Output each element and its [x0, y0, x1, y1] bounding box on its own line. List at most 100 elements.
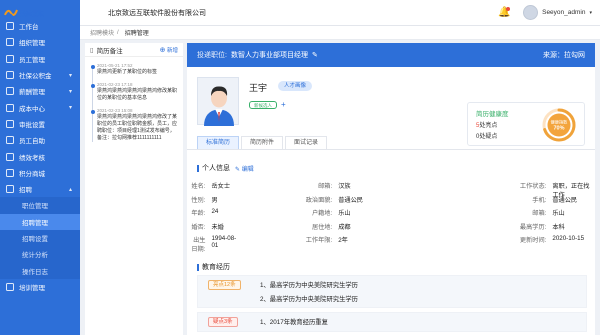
info-label: 年龄:	[191, 210, 206, 217]
breadcrumb-parent[interactable]: 招聘模块	[90, 28, 114, 37]
highlights-count: 5处亮点	[476, 120, 497, 129]
sidebar-item-label: 审批设置	[19, 121, 45, 129]
sidebar-item[interactable]: 成本中心 ▾	[0, 99, 80, 115]
info-label: 邮箱:	[318, 183, 333, 190]
staff-icon	[6, 54, 14, 63]
breadcrumb-current: 招聘管理	[124, 31, 149, 37]
note-entry: 2021-02-23 17:18 梁燕鸿梁燕鸿梁燕鸿梁燕鸿修改某职位的某职位的基本…	[90, 82, 178, 102]
sidebar-subitem[interactable]: 职位管理	[0, 197, 80, 214]
status-badge: 新候选人	[249, 101, 277, 109]
position-title: 数智人力事业部项目经理	[230, 52, 308, 59]
info-label: 居住地:	[311, 223, 333, 231]
sidebar-item[interactable]: 招聘 ▴	[0, 181, 80, 197]
edit-personal-info-button[interactable]: ✎ 编辑	[235, 164, 254, 173]
edit-position-icon[interactable]: ✎	[312, 51, 318, 59]
health-ring-label: 健康指数	[551, 119, 569, 126]
add-tag-button[interactable]: +	[281, 100, 286, 109]
candidate-name: 王宇	[249, 83, 268, 93]
note-text: 梁燕鸿更新了某职位的标签	[97, 69, 158, 75]
info-row: 性别: 男政治面貌: 普通公民 手机: 普通公民	[187, 195, 595, 209]
sidebar-item[interactable]: 组织管理	[0, 34, 80, 50]
info-label: 户籍地:	[311, 210, 333, 217]
chevron-icon: ▾	[68, 72, 72, 79]
education-title: 教育经历	[202, 264, 230, 271]
info-label: 最高学历:	[519, 223, 547, 231]
info-row: 婚否: 未婚 居住地: 成都 最高学历: 本科	[187, 222, 595, 236]
info-row: 年龄: 24 户籍地: 乐山 邮箱: 乐山	[187, 208, 595, 222]
info-value: 本科	[552, 223, 565, 231]
avatar	[523, 5, 539, 20]
sidebar-item[interactable]: 培训管理	[0, 279, 80, 295]
sidebar-item-label: 员工管理	[19, 56, 45, 64]
tab[interactable]: 面试记录	[285, 136, 328, 149]
sidebar-item[interactable]: 员工自助	[0, 132, 80, 148]
highlights-label: 处亮点	[479, 123, 498, 129]
insurance-icon	[6, 71, 14, 80]
info-value: 1994-08-01	[211, 235, 237, 249]
mall-icon	[6, 168, 14, 177]
logo-text: 致远互联	[20, 11, 45, 18]
sidebar-item[interactable]: 薪酬管理 ▾	[0, 83, 80, 99]
note-date: 2021-02-23 15:08	[97, 108, 133, 113]
info-value: 汉族	[338, 183, 351, 190]
health-title: 简历健康度	[476, 111, 509, 118]
sidebar-item[interactable]: 绩效考核	[0, 148, 80, 164]
info-row: 出生日期: 1994-08-01 工作年限: 2年 更新时间: 2020-10-15	[187, 235, 595, 253]
sidebar-item-label: 绩效考核	[19, 154, 45, 162]
sidebar-subitem[interactable]: 操作日志	[0, 262, 80, 279]
info-label: 邮箱:	[532, 210, 547, 217]
sidebar-item[interactable]: 社保公积金 ▾	[0, 67, 80, 83]
education-header: 教育经历	[197, 262, 230, 272]
candidate-photo	[197, 77, 239, 126]
tab[interactable]: 简历附件	[241, 136, 284, 149]
approval-icon	[6, 119, 14, 128]
sidebar-item[interactable]: 审批设置	[0, 116, 80, 132]
info-value: 乐山	[338, 210, 351, 217]
performance-icon	[6, 152, 14, 161]
add-note-label: 新增	[166, 47, 178, 54]
info-value: 24	[211, 208, 219, 215]
personal-info-title: 个人信息	[202, 165, 230, 172]
chevron-icon: ▾	[68, 105, 72, 112]
chevron-down-icon: ▾	[589, 9, 592, 16]
sidebar-item[interactable]: 工作台	[0, 18, 80, 34]
candidate-source: 来源：拉勾网	[543, 52, 585, 59]
info-label: 性别:	[191, 196, 206, 204]
sidebar-item[interactable]: 员工管理	[0, 51, 80, 67]
sidebar-item[interactable]: 积分商城	[0, 165, 80, 181]
sidebar-subitem[interactable]: 统计分析	[0, 246, 80, 263]
notes-title: 简历备注	[96, 47, 123, 55]
health-ring-value: 70%	[553, 126, 564, 132]
person-avatar-icon	[204, 86, 234, 126]
info-label: 工作状态:	[519, 183, 547, 190]
info-value: 成都	[338, 223, 351, 231]
doubt-line: 1、2017年教育经历重复	[260, 319, 328, 326]
position-label: 投递职位:	[197, 52, 227, 59]
info-value: 2020-10-15	[552, 235, 585, 242]
sidebar-item-label: 成本中心	[19, 105, 45, 113]
add-note-button[interactable]: ⊕ 新增	[160, 46, 178, 54]
highlight-line: 2、最高学历为中央美院研究生学历	[260, 296, 358, 303]
info-label: 政治面貌:	[305, 196, 333, 204]
training-icon	[6, 282, 14, 291]
logo-icon	[4, 9, 18, 19]
sidebar-item-label: 组织管理	[19, 40, 45, 48]
note-date: 2021-02-23 17:18	[97, 82, 133, 87]
sidebar-item-label: 员工自助	[19, 138, 45, 146]
info-value: 乐山	[552, 210, 565, 217]
sidebar-subitem[interactable]: 招聘管理	[0, 213, 80, 230]
candidate-profile: 王宇 人才画像 新候选人 + 简历健康度 5处亮点 0处疑点 健康指数 70%	[187, 67, 595, 146]
talent-portrait-button[interactable]: 人才画像	[278, 81, 313, 91]
tab[interactable]: 标准简历	[197, 136, 240, 149]
sidebar-subitem[interactable]: 招聘设置	[0, 229, 80, 247]
notification-dot	[506, 7, 510, 11]
chevron-icon: ▴	[68, 186, 72, 193]
notes-header: ▯ 简历备注 ⊕ 新增	[85, 43, 183, 57]
doubts-badge: 疑点3条	[208, 317, 238, 327]
notes-icon: ▯	[90, 46, 94, 54]
info-value: 普通公民	[338, 196, 363, 204]
user-menu[interactable]: Seeyon_admin ▾	[523, 5, 592, 20]
notification-bell[interactable]: 🔔	[498, 7, 510, 19]
info-label: 姓名:	[191, 183, 206, 190]
sidebar-item-label: 社保公积金	[19, 73, 52, 81]
